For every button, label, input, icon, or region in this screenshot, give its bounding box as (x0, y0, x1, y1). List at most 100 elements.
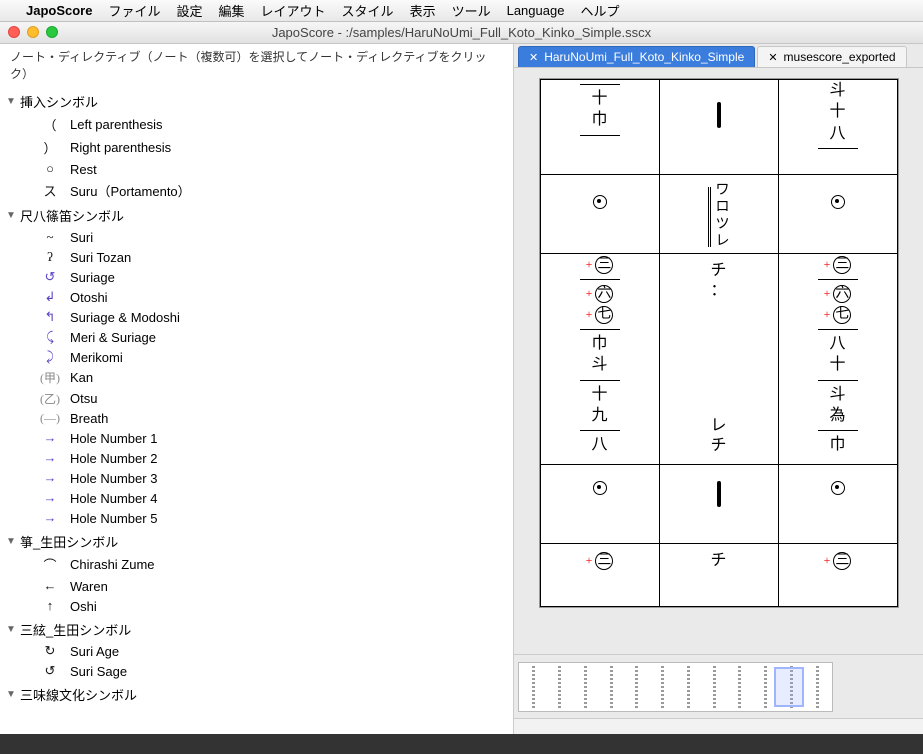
note: チ (710, 262, 726, 280)
tree-item-label: Meri & Suriage (70, 330, 156, 345)
menu-view[interactable]: 表示 (410, 1, 436, 20)
symbol-glyph-icon: ス (40, 181, 60, 200)
symbol-glyph-icon: → (40, 450, 60, 466)
menu-file[interactable]: ファイル (108, 1, 160, 20)
tree-item[interactable]: ↺Suriage (6, 267, 507, 287)
tree-item[interactable]: ⤹Meri & Suriage (6, 327, 507, 347)
note: 十 (829, 103, 845, 121)
tree-item-label: Oshi (70, 599, 97, 614)
tree-item[interactable]: (甲)Kan (6, 367, 507, 388)
note: 十 (591, 90, 607, 108)
minimize-icon[interactable] (27, 26, 39, 38)
tree-item[interactable]: ʔSuri Tozan (6, 247, 507, 267)
symbol-glyph-icon: ʔ (40, 249, 60, 265)
tree-group-header[interactable]: ▼箏_生田シンボル (6, 530, 507, 553)
menu-tools[interactable]: ツール (452, 1, 491, 20)
circled-note: 三 (833, 256, 851, 274)
menu-edit[interactable]: 編集 (219, 1, 245, 20)
tree-item[interactable]: →Hole Number 3 (6, 468, 507, 488)
tree-item[interactable]: ←Waren (6, 576, 507, 596)
menu-settings[interactable]: 設定 (177, 1, 203, 20)
tree-item[interactable]: ~Suri (6, 227, 507, 247)
plus-mark: + (824, 308, 831, 322)
tree-item[interactable]: ⌒Chirashi Zume (6, 553, 507, 576)
viewport-indicator[interactable] (774, 667, 804, 707)
tree-item-label: Waren (70, 579, 108, 594)
tab-label: musescore_exported (784, 50, 896, 64)
panel-header: ノート・ディレクティブ（ノート（複数可）を選択してノート・ディレクティブをクリッ… (0, 44, 513, 86)
symbol-tree[interactable]: ▼ 挿入シンボル （Left parenthesis ） Right parenthes… (0, 86, 513, 734)
note: 巾 (829, 436, 845, 454)
tree-item[interactable]: →Hole Number 5 (6, 508, 507, 528)
plus-mark: + (586, 258, 593, 272)
tree-item-label: Hole Number 4 (70, 491, 157, 506)
tree-item[interactable]: ↻Suri Age (6, 641, 507, 661)
tab-musescore[interactable]: ✕ musescore_exported (757, 46, 906, 67)
close-tab-icon[interactable]: ✕ (768, 51, 777, 64)
tree-item[interactable]: ↑Oshi (6, 596, 507, 616)
tree-item-label: Suriage (70, 270, 115, 285)
note: 十 (591, 386, 607, 404)
app-window: JapoScore - :/samples/HaruNoUmi_Full_Kot… (0, 22, 923, 754)
tree-item[interactable]: (—)Breath (6, 409, 507, 428)
directive-panel: ノート・ディレクティブ（ノート（複数可）を選択してノート・ディレクティブをクリッ… (0, 44, 514, 734)
tree-item[interactable]: ⤸Merikomi (6, 347, 507, 367)
tree-item-label: Suru（Portamento） (70, 181, 191, 200)
menu-layout[interactable]: レイアウト (261, 1, 326, 20)
score-viewport[interactable]: 十 巾 斗 十 八 (514, 68, 923, 654)
note: 八 (591, 436, 607, 454)
disclosure-triangle-icon[interactable]: ▼ (6, 624, 16, 635)
double-bar-icon (708, 187, 712, 247)
disclosure-triangle-icon[interactable]: ▼ (6, 536, 16, 547)
tree-item[interactable]: → Hole Number 2 (6, 448, 507, 468)
tab-haru[interactable]: ✕ HaruNoUmi_Full_Koto_Kinko_Simple (518, 46, 755, 67)
tree-group-header[interactable]: ▼尺八篠笛シンボル (6, 204, 507, 227)
score-page[interactable]: 十 巾 斗 十 八 (539, 78, 899, 608)
horizontal-scrollbar[interactable] (514, 718, 923, 734)
rest-dash-icon (717, 481, 721, 507)
app-name[interactable]: JapoScore (26, 3, 92, 18)
note: 為 (829, 407, 845, 425)
tree-item[interactable]: ○Rest (6, 159, 507, 179)
symbol-glyph-icon: （ (40, 115, 60, 134)
maximize-icon[interactable] (46, 26, 58, 38)
tree-item[interactable]: (乙)Otsu (6, 388, 507, 409)
tree-item[interactable]: （Left parenthesis (6, 113, 507, 136)
circled-note: 六 (595, 285, 613, 303)
rest-dash-icon (717, 102, 721, 128)
symbol-glyph-icon: ） (40, 138, 60, 157)
disclosure-triangle-icon[interactable]: ▼ (6, 689, 16, 700)
thumbnail-page[interactable] (518, 662, 833, 712)
thumbnail-strip[interactable] (514, 654, 923, 718)
tree-item[interactable]: ↺Suri Sage (6, 661, 507, 681)
content-area: ノート・ディレクティブ（ノート（複数可）を選択してノート・ディレクティブをクリッ… (0, 44, 923, 734)
disclosure-triangle-icon[interactable]: ▼ (6, 210, 16, 221)
tree-group-header[interactable]: ▼ 挿入シンボル (6, 90, 507, 113)
menu-language[interactable]: Language (507, 3, 565, 18)
tree-item-label: Hole Number 2 (70, 451, 157, 466)
tree-item[interactable]: ↰Suriage & Modoshi (6, 307, 507, 327)
tree-item[interactable]: ス Suru（Portamento） (6, 179, 507, 202)
disclosure-triangle-icon[interactable]: ▼ (6, 96, 16, 107)
circled-note: 三 (833, 552, 851, 570)
dot-symbol (593, 195, 607, 209)
tree-item[interactable]: →Hole Number 4 (6, 488, 507, 508)
menu-help[interactable]: ヘルプ (580, 1, 619, 20)
tree-item-label: Right parenthesis (70, 140, 171, 155)
close-tab-icon[interactable]: ✕ (529, 51, 538, 64)
titlebar: JapoScore - :/samples/HaruNoUmi_Full_Kot… (0, 22, 923, 44)
tree-item[interactable]: ↲Otoshi (6, 287, 507, 307)
tree-item-label: Merikomi (70, 350, 123, 365)
status-bar (0, 734, 923, 754)
close-icon[interactable] (8, 26, 20, 38)
note: 巾 (591, 111, 607, 129)
tree-group-header[interactable]: ▼三味線文化シンボル (6, 683, 507, 706)
group-label: 挿入シンボル (20, 92, 98, 111)
tree-item[interactable]: ） Right parenthesis (6, 136, 507, 159)
score-panel: ✕ HaruNoUmi_Full_Koto_Kinko_Simple ✕ mus… (514, 44, 923, 734)
tree-item[interactable]: →Hole Number 1 (6, 428, 507, 448)
note: レ (710, 417, 726, 435)
tree-group-header[interactable]: ▼三絃_生田シンボル (6, 618, 507, 641)
symbol-glyph-icon: ↺ (40, 663, 60, 679)
menu-style[interactable]: スタイル (342, 1, 394, 20)
